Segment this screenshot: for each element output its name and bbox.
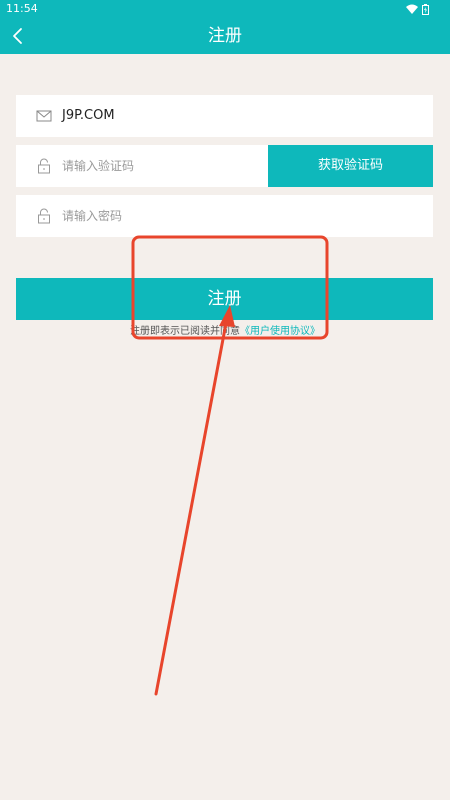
account-field[interactable]: J9P.COM — [16, 95, 433, 137]
status-icons — [406, 3, 429, 15]
pointer-arrow-line — [154, 316, 229, 696]
verification-code-field[interactable] — [16, 145, 268, 187]
mail-icon — [36, 110, 52, 122]
get-code-button[interactable]: 获取验证码 — [268, 145, 433, 187]
password-field[interactable] — [16, 195, 433, 237]
app-bar: 注册 — [0, 18, 450, 54]
password-input[interactable] — [62, 195, 262, 237]
account-value[interactable]: J9P.COM — [62, 95, 115, 137]
battery-icon — [422, 3, 429, 15]
user-agreement-link[interactable]: 《用户使用协议》 — [240, 326, 320, 337]
status-bar: 11:54 — [0, 0, 450, 18]
page-title: 注册 — [208, 26, 242, 46]
register-button[interactable]: 注册 — [16, 278, 433, 320]
agreement-text: 注册即表示已阅读并同意《用户使用协议》 — [0, 325, 450, 339]
wifi-icon — [406, 4, 418, 14]
verification-code-input[interactable] — [62, 145, 262, 187]
agreement-prefix: 注册即表示已阅读并同意 — [130, 326, 240, 337]
status-time: 11:54 — [6, 2, 38, 15]
lock-icon — [38, 158, 50, 174]
lock-icon — [38, 208, 50, 224]
